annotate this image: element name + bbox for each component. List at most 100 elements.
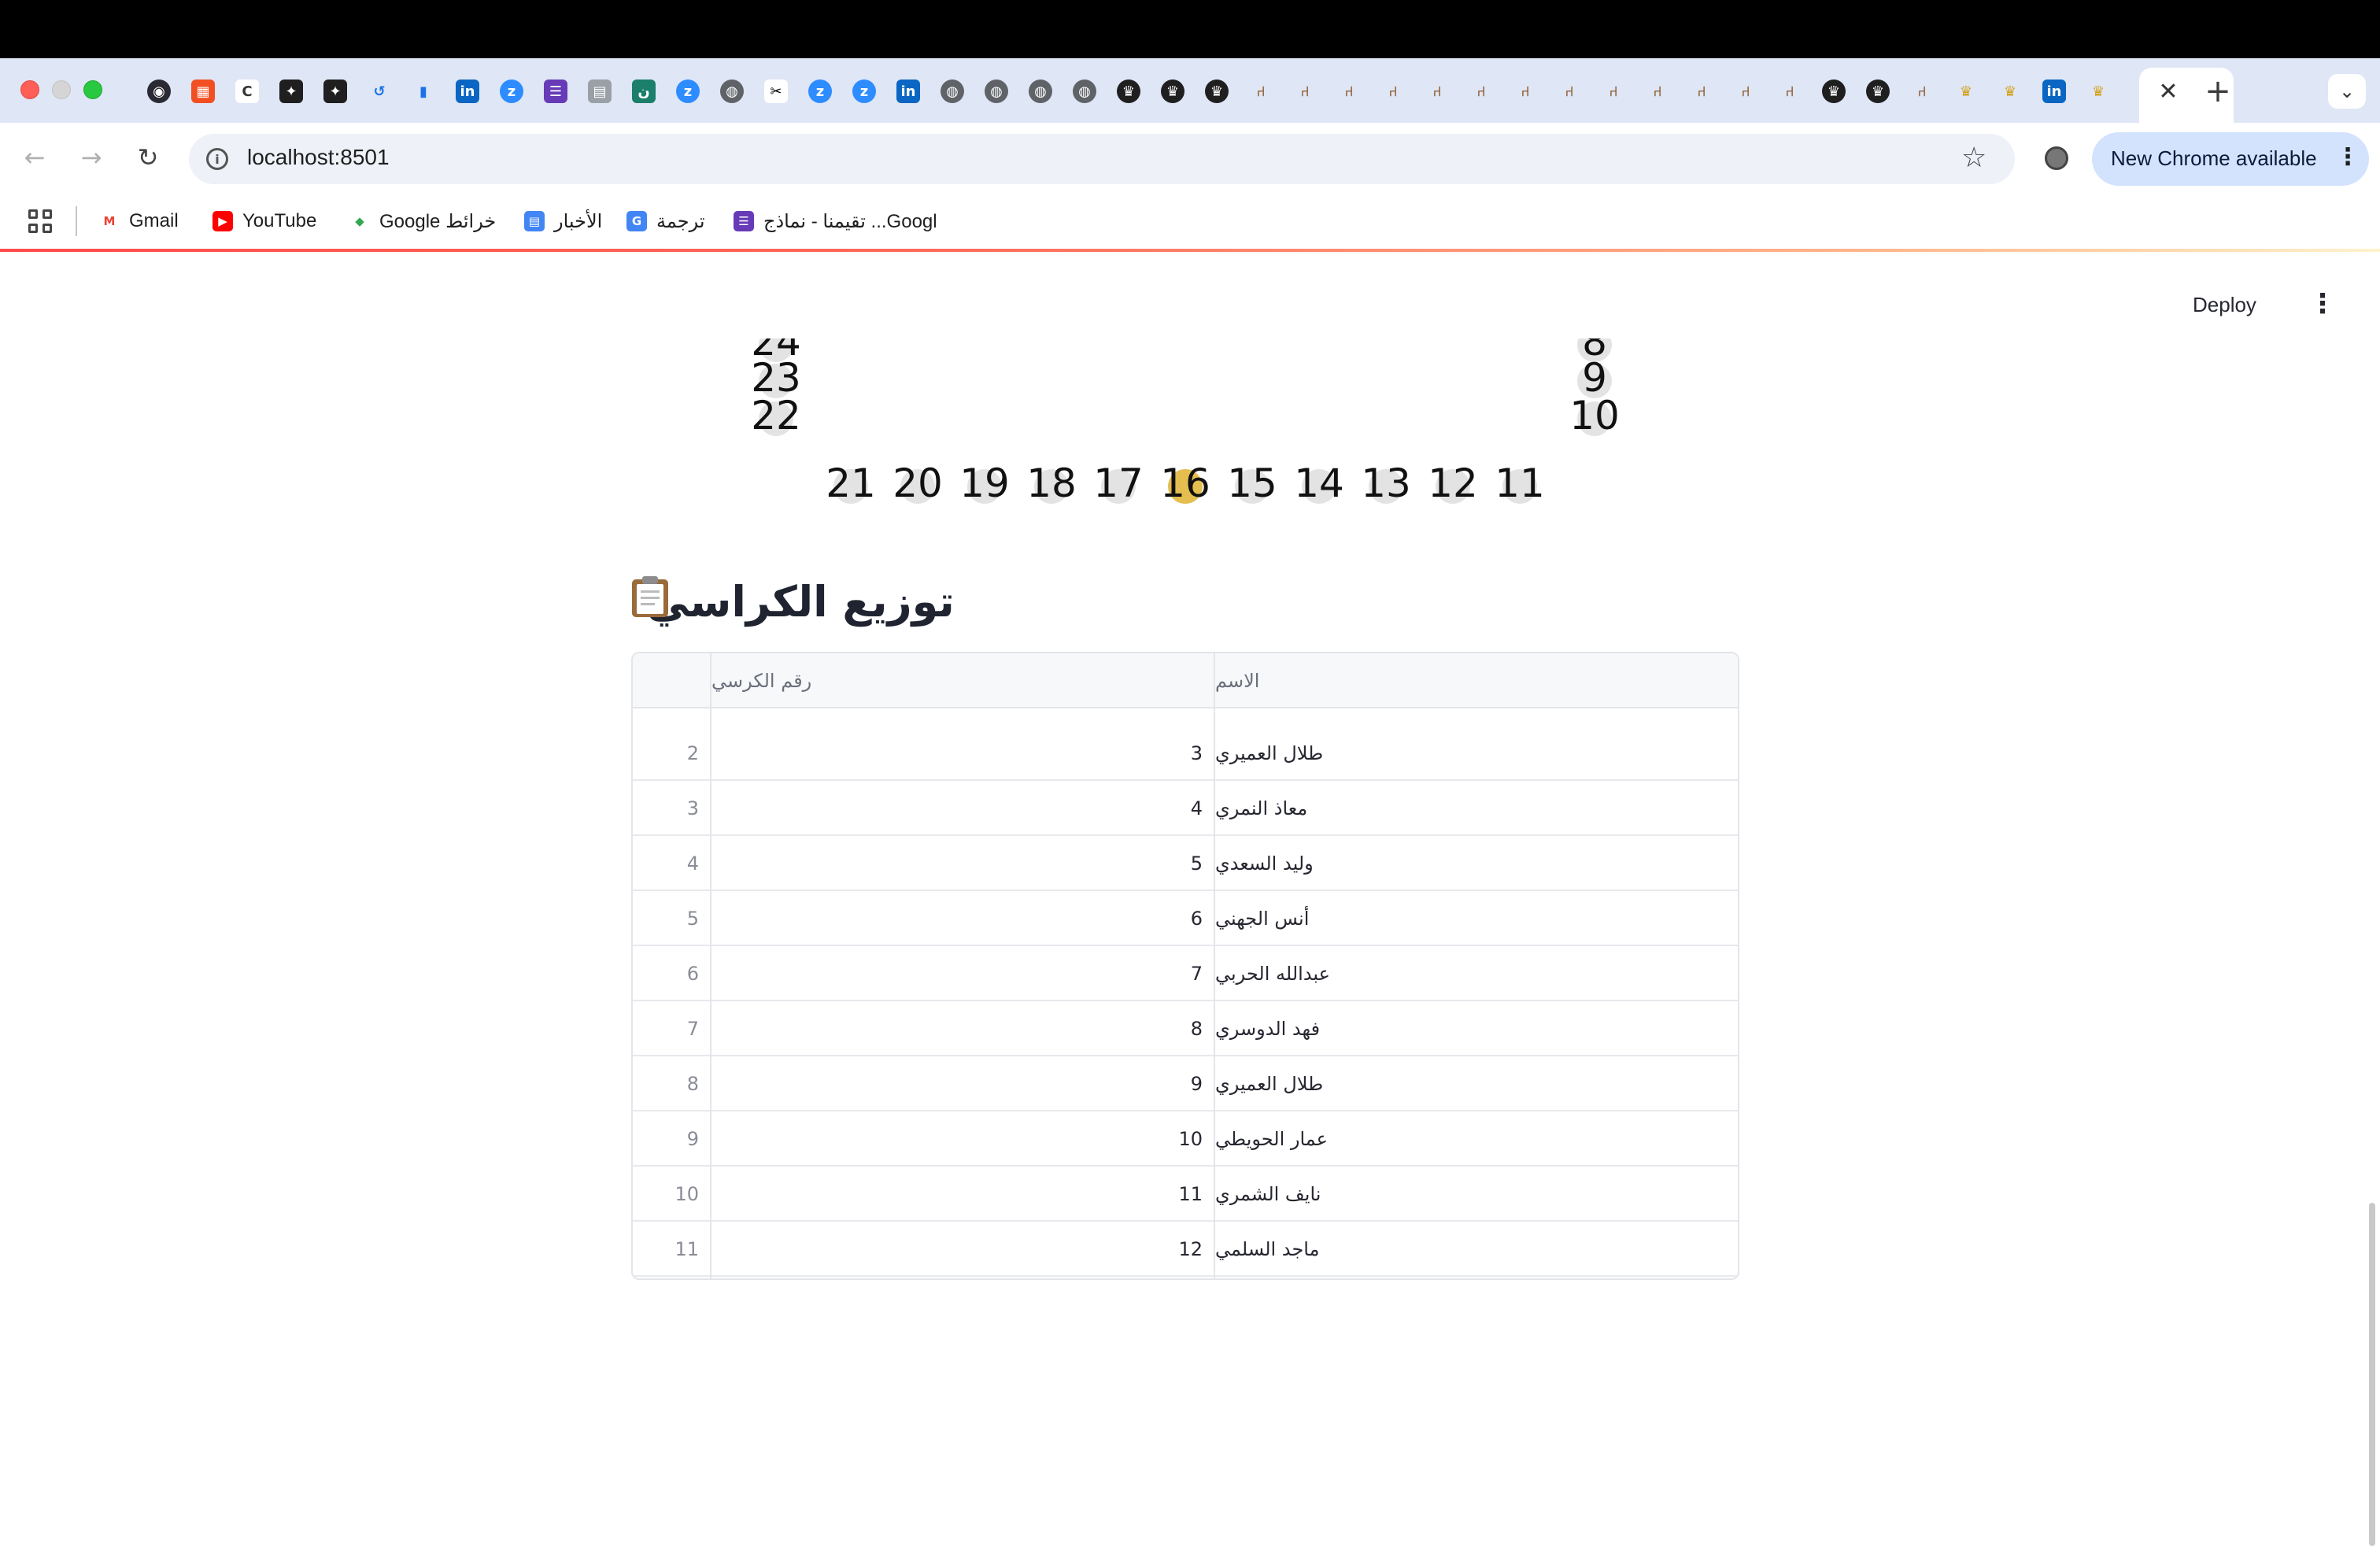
cell-row-index[interactable]: 9: [633, 1111, 711, 1167]
seat-number[interactable]: 21: [826, 460, 876, 506]
table-row[interactable]: وليد السعدي 5 4: [633, 836, 1738, 891]
app-menu-icon[interactable]: ⋮: [2309, 288, 2336, 320]
seat-number[interactable]: 13: [1361, 460, 1411, 506]
seat-number[interactable]: 10: [1569, 393, 1620, 438]
cell-name[interactable]: فهد الدوسري: [1215, 1001, 1738, 1056]
browser-tab[interactable]: in: [886, 76, 930, 107]
seat-number[interactable]: 19: [959, 460, 1010, 506]
site-info-icon[interactable]: i: [206, 148, 228, 170]
chrome-menu-icon[interactable]: ⋮: [2336, 143, 2360, 171]
cell-row-index[interactable]: 11: [633, 1222, 711, 1277]
browser-tab[interactable]: ◍: [1018, 76, 1062, 107]
column-header-seat[interactable]: رقم الكرسي: [711, 653, 1215, 708]
browser-tab[interactable]: z: [842, 76, 886, 107]
browser-tab[interactable]: ⑁: [1503, 76, 1547, 107]
cell-seat-number[interactable]: 10: [711, 1111, 1215, 1167]
browser-tab[interactable]: ▤: [578, 76, 622, 107]
apps-grid-icon[interactable]: [28, 209, 52, 233]
browser-tab[interactable]: ◍: [710, 76, 754, 107]
browser-tab[interactable]: ♛: [1107, 76, 1151, 107]
browser-tab[interactable]: in: [445, 76, 490, 107]
address-bar[interactable]: [189, 134, 2015, 184]
browser-tab[interactable]: ⑁: [1591, 76, 1635, 107]
window-close-button[interactable]: [20, 80, 39, 99]
cell-seat-number[interactable]: 9: [711, 1056, 1215, 1111]
cell-name[interactable]: عمار الحويطي: [1215, 1111, 1738, 1167]
browser-tab[interactable]: ✂: [754, 76, 798, 107]
table-row[interactable]: أنس الجهني 6 5: [633, 891, 1738, 946]
cell-row-index[interactable]: 8: [633, 1056, 711, 1111]
new-tab-button[interactable]: +: [2201, 73, 2235, 109]
cell-name[interactable]: معاذ النمري: [1215, 781, 1738, 836]
cell-name[interactable]: أنس الجهني: [1215, 891, 1738, 946]
table-row[interactable]: ماجد السلمي 12 11: [633, 1222, 1738, 1277]
cell-name[interactable]: طلال العميري: [1215, 1056, 1738, 1111]
browser-tab[interactable]: z: [666, 76, 710, 107]
bookmark-item[interactable]: M Gmail: [99, 208, 179, 235]
seat-number[interactable]: 16: [1160, 460, 1210, 506]
cell-seat-number[interactable]: 12: [711, 1222, 1215, 1277]
seat-number[interactable]: 15: [1227, 460, 1277, 506]
cell-name[interactable]: عبدالله الحربي: [1215, 946, 1738, 1001]
bookmark-item[interactable]: ▤ الأخبار: [524, 208, 602, 235]
browser-tab[interactable]: ⑁: [1900, 76, 1944, 107]
browser-tab[interactable]: ⑁: [1283, 76, 1327, 107]
browser-tab[interactable]: z: [798, 76, 842, 107]
browser-tab[interactable]: ✦: [313, 76, 357, 107]
cell-name[interactable]: نايف الشمري: [1215, 1167, 1738, 1222]
cell-row-index[interactable]: 2: [633, 726, 711, 781]
browser-tab[interactable]: ↺: [357, 76, 401, 107]
seat-number[interactable]: 22: [751, 393, 801, 438]
browser-tab[interactable]: ♛: [1856, 76, 1900, 107]
cell-seat-number[interactable]: 5: [711, 836, 1215, 891]
browser-tab[interactable]: ♛: [1195, 76, 1239, 107]
cell-seat-number[interactable]: 6: [711, 891, 1215, 946]
reload-button[interactable]: ↻: [131, 140, 165, 175]
browser-tab[interactable]: ♛: [1151, 76, 1195, 107]
browser-tab[interactable]: ◍: [974, 76, 1018, 107]
table-row[interactable]: معاذ النمري 4 3: [633, 781, 1738, 836]
seat-assignment-table[interactable]: الاسم رقم الكرسي طلال العميري 3 2 معاذ النم…: [631, 652, 1739, 1280]
browser-tab[interactable]: ⑁: [1724, 76, 1768, 107]
browser-tab[interactable]: ⑁: [1459, 76, 1503, 107]
cell-row-index[interactable]: 5: [633, 891, 711, 946]
seat-number[interactable]: 9: [1571, 355, 1618, 401]
cell-row-index[interactable]: 7: [633, 1001, 711, 1056]
close-tab-icon[interactable]: ✕: [2151, 76, 2186, 107]
deploy-button[interactable]: Deploy: [2193, 293, 2256, 317]
back-button[interactable]: ←: [17, 140, 52, 175]
cell-row-index[interactable]: 6: [633, 946, 711, 1001]
chrome-update-label[interactable]: New Chrome available: [2111, 146, 2317, 171]
cell-seat-number[interactable]: 8: [711, 1001, 1215, 1056]
cell-name[interactable]: ماجد السلمي: [1215, 1222, 1738, 1277]
cell-name[interactable]: وليد السعدي: [1215, 836, 1738, 891]
cell-row-index[interactable]: 3: [633, 781, 711, 836]
browser-tab[interactable]: ن: [622, 76, 666, 107]
browser-tab[interactable]: ▮: [401, 76, 445, 107]
browser-tab[interactable]: ♛: [2076, 76, 2120, 107]
page-scrollbar[interactable]: [2369, 1203, 2375, 1546]
window-minimize-button[interactable]: [52, 80, 71, 99]
browser-tab[interactable]: ♛: [1944, 76, 1988, 107]
bookmark-item[interactable]: G ترجمة: [626, 208, 705, 235]
cell-seat-number[interactable]: 3: [711, 726, 1215, 781]
extension-icon[interactable]: [2045, 146, 2068, 170]
browser-tab[interactable]: ◍: [930, 76, 974, 107]
browser-tab[interactable]: ⑁: [1635, 76, 1680, 107]
browser-tab[interactable]: ▦: [181, 76, 225, 107]
cell-seat-number[interactable]: 4: [711, 781, 1215, 836]
browser-tab[interactable]: ⑁: [1327, 76, 1371, 107]
seat-number[interactable]: 14: [1294, 460, 1344, 506]
browser-tab[interactable]: ⑁: [1680, 76, 1724, 107]
bookmark-item[interactable]: ▶ YouTube: [213, 208, 316, 235]
column-header-name[interactable]: الاسم: [1215, 653, 1738, 708]
seat-number[interactable]: 12: [1428, 460, 1478, 506]
tab-search-button[interactable]: ⌄: [2328, 74, 2366, 109]
browser-tab[interactable]: in: [2032, 76, 2076, 107]
table-row[interactable]: طلال العميري 9 8: [633, 1056, 1738, 1111]
browser-tab[interactable]: ◍: [1062, 76, 1107, 107]
browser-tab[interactable]: ☰: [534, 76, 578, 107]
table-row[interactable]: عبدالله الحربي 7 6: [633, 946, 1738, 1001]
browser-tab[interactable]: ⑁: [1239, 76, 1283, 107]
browser-tab[interactable]: C: [225, 76, 269, 107]
